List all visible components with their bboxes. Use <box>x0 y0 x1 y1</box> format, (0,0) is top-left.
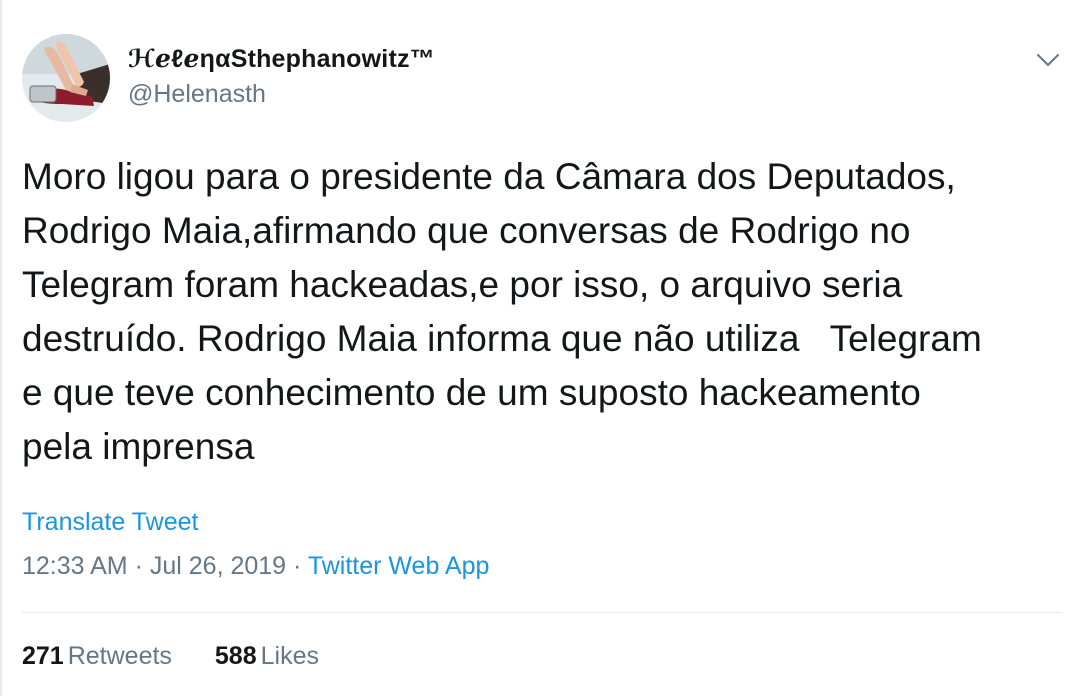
retweets-label: Retweets <box>67 642 172 670</box>
translate-tweet-link[interactable]: Translate Tweet <box>22 508 198 537</box>
tweet-meta: 12:33 AM · Jul 26, 2019 · Twitter Web Ap… <box>22 552 489 581</box>
chevron-down-icon[interactable] <box>1032 44 1064 76</box>
card-left-border <box>0 0 2 696</box>
tweet-text: Moro ligou para o presidente da Câmara d… <box>22 156 982 467</box>
tweet-date[interactable]: Jul 26, 2019 <box>150 552 286 580</box>
divider <box>22 612 1062 613</box>
tweet-time[interactable]: 12:33 AM <box>22 552 128 580</box>
author-handle[interactable]: @Helenasth <box>128 80 266 109</box>
tweet-stats: 271 Retweets 588 Likes <box>22 642 355 671</box>
meta-separator: · <box>286 552 308 580</box>
retweets-stat[interactable]: 271 Retweets <box>22 642 172 671</box>
likes-label: Likes <box>260 642 319 670</box>
tweet-source-link[interactable]: Twitter Web App <box>308 552 490 580</box>
author-display-name[interactable]: ℋℯℓℯηαSthephanowitz™ <box>128 44 435 74</box>
likes-count: 588 <box>214 642 257 670</box>
avatar-photo <box>22 34 110 122</box>
likes-stat[interactable]: 588 Likes <box>215 642 319 671</box>
meta-separator: · <box>127 552 150 580</box>
avatar[interactable] <box>22 34 110 122</box>
retweets-count: 271 <box>22 642 64 670</box>
